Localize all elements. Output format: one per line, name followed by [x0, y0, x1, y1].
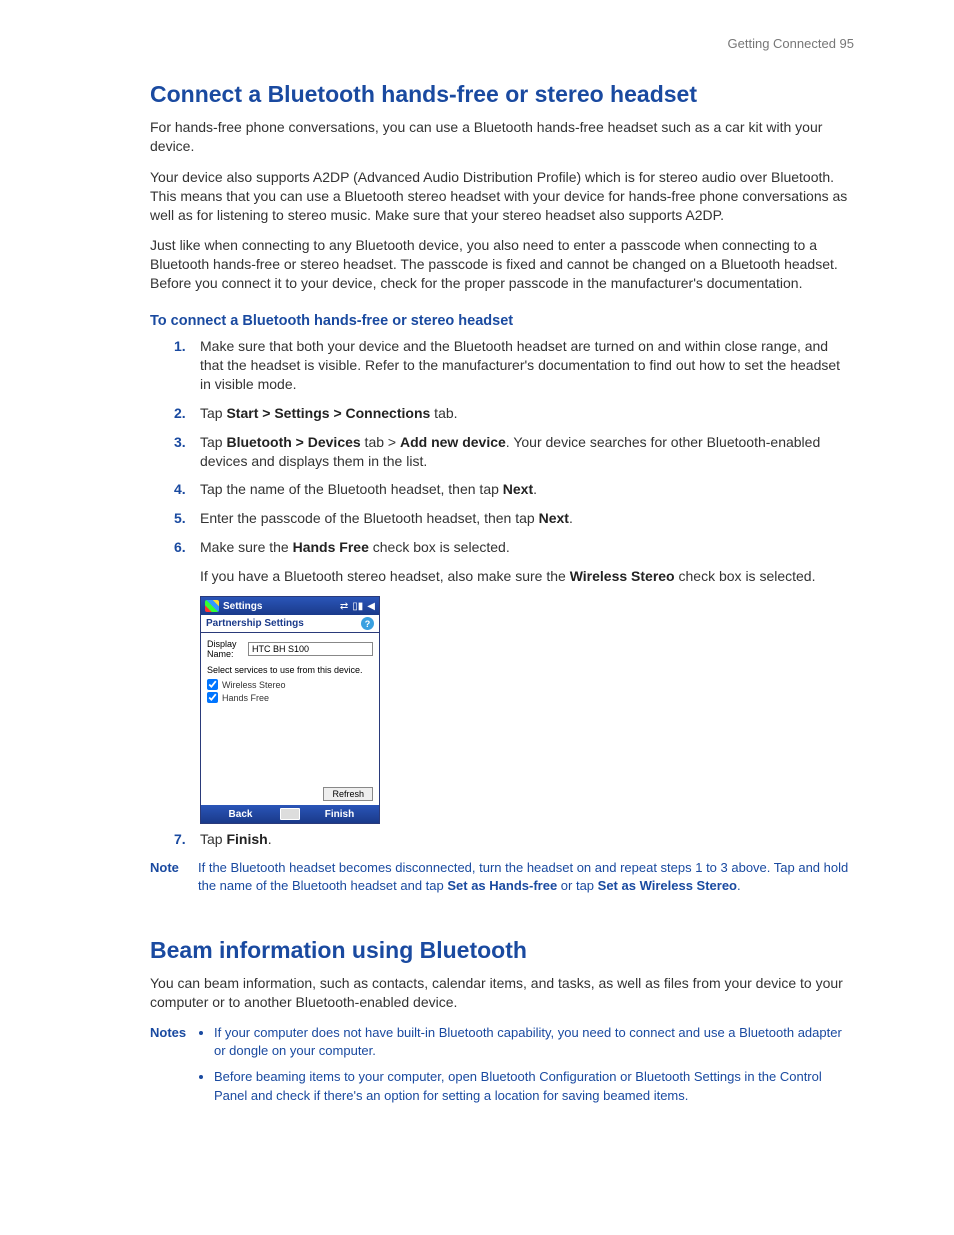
step-7: 7. Tap Finish. [200, 830, 854, 849]
sync-icon: ⇄ [340, 601, 348, 612]
wm-refresh-row: Refresh [201, 783, 379, 805]
step-2-pre: Tap [200, 405, 226, 421]
notes-block: Notes If your computer does not have bui… [150, 1024, 854, 1113]
step-5-post: . [569, 510, 573, 526]
step-4-post: . [533, 481, 537, 497]
windows-start-icon[interactable] [205, 600, 219, 612]
wm-softkey-bar: Back Finish [201, 805, 379, 823]
step-1-text: Make sure that both your device and the … [200, 338, 840, 392]
wm-display-name-input[interactable] [248, 642, 373, 656]
wm-check-hands-free[interactable]: Hands Free [207, 692, 373, 703]
wm-checkbox-hands-free[interactable] [207, 692, 218, 703]
step-7-post: . [268, 831, 272, 847]
wm-display-name-label: Display Name: [207, 639, 248, 659]
step-1: 1.Make sure that both your device and th… [200, 337, 854, 394]
wm-checkbox-wireless-stereo[interactable] [207, 679, 218, 690]
wm-titlebar: Settings ⇄ ▯▮ ◀ [201, 597, 379, 615]
notes-item-2: Before beaming items to your computer, o… [214, 1068, 854, 1104]
step-4: 4. Tap the name of the Bluetooth headset… [200, 480, 854, 499]
wm-body: Display Name: Select services to use fro… [201, 633, 379, 783]
intro-paragraph-3: Just like when connecting to any Bluetoo… [150, 236, 854, 293]
step-6-extra-pre: If you have a Bluetooth stereo headset, … [200, 568, 570, 584]
step-2: 2. Tap Start > Settings > Connections ta… [200, 404, 854, 423]
step-5-bold: Next [539, 510, 569, 526]
help-icon[interactable]: ? [361, 617, 374, 630]
document-page: Getting Connected 95 Connect a Bluetooth… [0, 0, 954, 1235]
page-header: Getting Connected 95 [150, 36, 854, 51]
step-5: 5. Enter the passcode of the Bluetooth h… [200, 509, 854, 528]
heading-connect-headset: Connect a Bluetooth hands-free or stereo… [150, 81, 854, 108]
step-7-bold: Finish [226, 831, 267, 847]
wm-check-label-1: Wireless Stereo [222, 680, 286, 690]
notes-item-1: If your computer does not have built-in … [214, 1024, 854, 1060]
wm-panel-title: Partnership Settings [206, 618, 304, 629]
step-3-bold-1: Bluetooth > Devices [226, 434, 360, 450]
wm-display-name-row: Display Name: [207, 639, 373, 659]
signal-icon: ▯▮ [352, 601, 363, 612]
embedded-screenshot: Settings ⇄ ▯▮ ◀ Partnership Settings ? D… [200, 596, 380, 824]
wm-instruction: Select services to use from this device. [207, 665, 373, 675]
step-6-extra: If you have a Bluetooth stereo headset, … [200, 567, 854, 586]
step-6-extra-post: check box is selected. [675, 568, 816, 584]
steps-list: 1.Make sure that both your device and th… [200, 337, 854, 557]
step-5-pre: Enter the passcode of the Bluetooth head… [200, 510, 539, 526]
step-6-post: check box is selected. [369, 539, 510, 555]
step-2-bold: Start > Settings > Connections [226, 405, 430, 421]
step-3-pre: Tap [200, 434, 226, 450]
step-6: 6. Make sure the Hands Free check box is… [200, 538, 854, 557]
notes-body: If your computer does not have built-in … [198, 1024, 854, 1113]
wm-softkey-finish[interactable]: Finish [300, 809, 379, 820]
note-post: . [737, 878, 741, 893]
step-6-extra-bold: Wireless Stereo [570, 568, 675, 584]
step-3-mid: tab > [361, 434, 400, 450]
intro-paragraph-1: For hands-free phone conversations, you … [150, 118, 854, 156]
note-mid: or tap [557, 878, 597, 893]
wm-title: Settings [223, 601, 340, 612]
note-body: If the Bluetooth headset becomes disconn… [198, 859, 854, 895]
speaker-icon: ◀ [367, 601, 375, 612]
step-6-bold: Hands Free [293, 539, 369, 555]
note-bold-2: Set as Wireless Stereo [598, 878, 737, 893]
wm-check-label-2: Hands Free [222, 693, 269, 703]
subheading-to-connect: To connect a Bluetooth hands-free or ste… [150, 313, 854, 329]
notes-list: If your computer does not have built-in … [214, 1024, 854, 1105]
wm-panel-header: Partnership Settings ? [201, 615, 379, 633]
step-4-bold: Next [503, 481, 533, 497]
step-3-bold-2: Add new device [400, 434, 506, 450]
intro-paragraph-2: Your device also supports A2DP (Advanced… [150, 168, 854, 225]
step-6-pre: Make sure the [200, 539, 293, 555]
notes-label: Notes [150, 1024, 198, 1113]
steps-list-continued: 7. Tap Finish. [200, 830, 854, 849]
wm-check-wireless-stereo[interactable]: Wireless Stereo [207, 679, 373, 690]
note-label: Note [150, 859, 198, 895]
step-3: 3. Tap Bluetooth > Devices tab > Add new… [200, 433, 854, 471]
wm-refresh-button[interactable]: Refresh [323, 787, 373, 801]
note-block: Note If the Bluetooth headset becomes di… [150, 859, 854, 895]
step-7-pre: Tap [200, 831, 226, 847]
step-2-post: tab. [430, 405, 457, 421]
note-bold-1: Set as Hands-free [447, 878, 557, 893]
keyboard-icon[interactable] [280, 808, 300, 820]
step-4-pre: Tap the name of the Bluetooth headset, t… [200, 481, 503, 497]
wm-softkey-back[interactable]: Back [201, 809, 280, 820]
wm-status-icons: ⇄ ▯▮ ◀ [340, 601, 375, 612]
heading-beam-information: Beam information using Bluetooth [150, 937, 854, 964]
beam-paragraph-1: You can beam information, such as contac… [150, 974, 854, 1012]
